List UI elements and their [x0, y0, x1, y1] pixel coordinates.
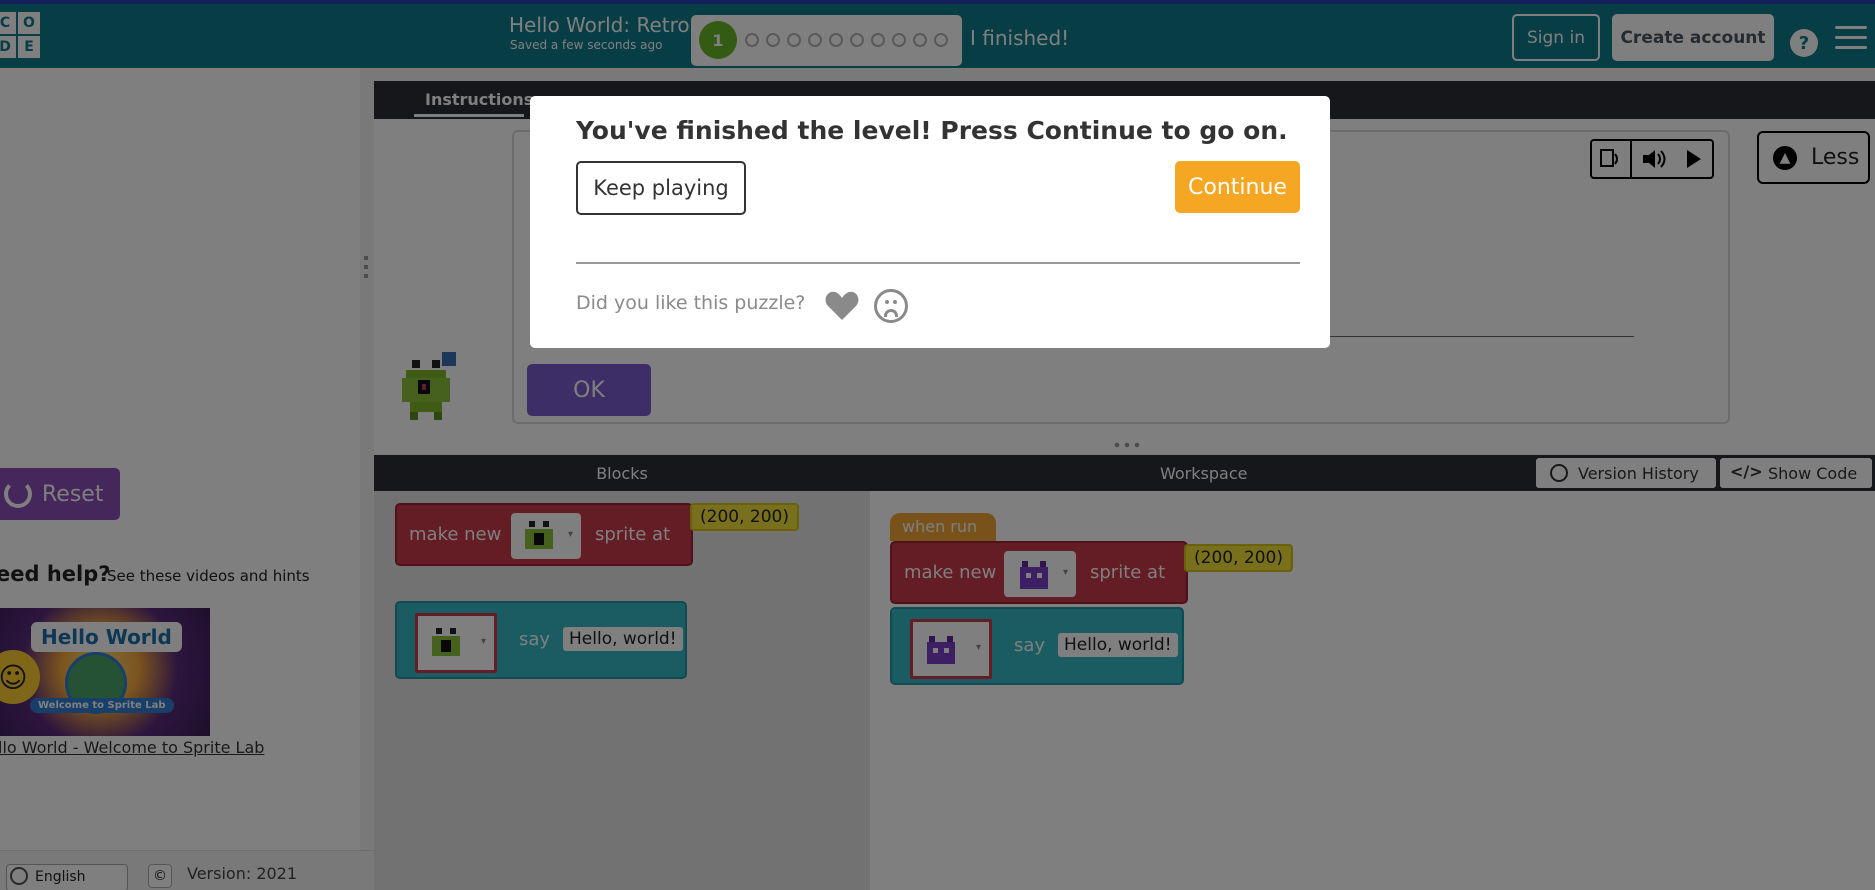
- dialog-title: You've finished the level! Press Continu…: [576, 116, 1288, 145]
- level-complete-dialog: You've finished the level! Press Continu…: [530, 96, 1330, 348]
- heart-icon[interactable]: [824, 290, 860, 322]
- frown-icon[interactable]: [874, 289, 908, 323]
- dialog-divider: [576, 262, 1300, 264]
- keep-playing-button[interactable]: Keep playing: [576, 161, 746, 215]
- continue-button[interactable]: Continue: [1175, 161, 1300, 213]
- app-root: C O D E Hello World: Retro Saved a few s…: [0, 0, 1875, 890]
- feedback-question: Did you like this puzzle?: [576, 292, 806, 314]
